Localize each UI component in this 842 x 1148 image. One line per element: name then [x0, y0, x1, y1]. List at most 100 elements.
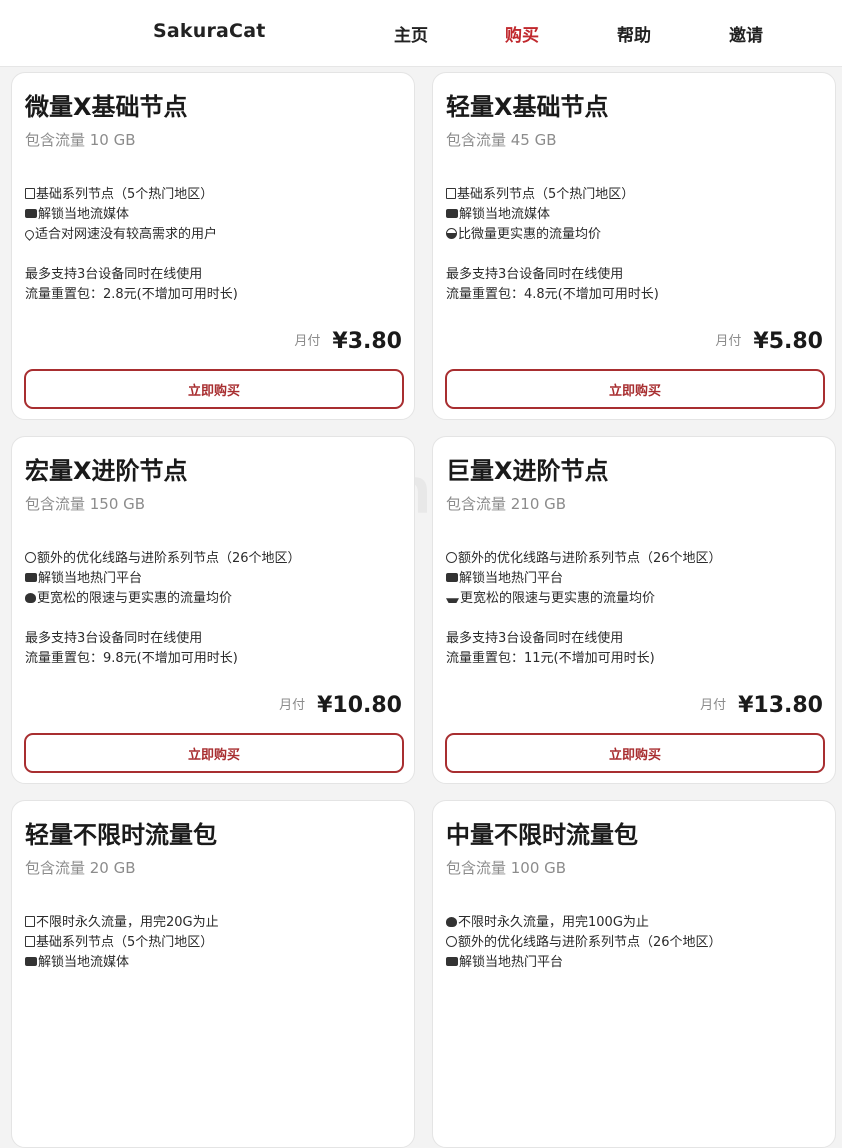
plan-features: 基础系列节点（5个热门地区） 解锁当地流媒体适合对网速没有较高需求的用户最多支持3… [23, 185, 238, 305]
feature-item: 额外的优化线路与进阶系列节点（26个地区） [446, 933, 722, 953]
feature-item: 解锁当地流媒体 [25, 953, 219, 973]
pin-icon [23, 228, 36, 241]
feature-text: 解锁当地流媒体 [38, 207, 130, 222]
plan-price: ¥5.80 [753, 329, 823, 354]
feature-item: 基础系列节点（5个热门地区） [25, 933, 219, 953]
ship-icon [446, 598, 459, 603]
buy-now-button[interactable]: 立即购买 [445, 369, 825, 409]
plan-card: 微量X基础节点包含流量 10 GB 基础系列节点（5个热门地区） 解锁当地流媒体适合… [11, 72, 415, 420]
billing-period: 月付 [715, 334, 742, 349]
feature-item: 解锁当地热门平台 [25, 569, 301, 589]
feature-text: 解锁当地热门平台 [38, 571, 143, 586]
billing-period: 月付 [294, 334, 321, 349]
face-icon [25, 552, 36, 563]
plan-price: ¥3.80 [332, 329, 402, 354]
bowl-icon [446, 228, 457, 239]
feature-item: 解锁当地流媒体 [446, 205, 659, 225]
feature-item: 额外的优化线路与进阶系列节点（26个地区） [25, 549, 301, 569]
feature-text: 基础系列节点（5个热门地区） [36, 935, 214, 950]
plan-note: 最多支持3台设备同时在线使用 [25, 631, 203, 646]
nav-item-home[interactable]: 主页 [394, 21, 428, 46]
plan-traffic: 包含流量 45 GB [446, 131, 557, 149]
feature-item: 解锁当地热门平台 [446, 569, 722, 589]
brand-logo[interactable]: SakuraCat [153, 20, 266, 42]
top-navbar: SakuraCat 主页 购买 帮助 邀请 [0, 0, 842, 67]
feature-text: 比微量更实惠的流量均价 [458, 227, 602, 242]
plan-note: 流量重置包：4.8元(不增加可用时长) [446, 287, 659, 302]
plan-features: 基础系列节点（5个热门地区） 解锁当地流媒体比微量更实惠的流量均价最多支持3台设备… [446, 185, 659, 305]
plan-price: ¥13.80 [738, 693, 823, 718]
feature-text: 更宽松的限速与更实惠的流量均价 [460, 591, 656, 606]
plan-features: 不限时永久流量，用完100G为止额外的优化线路与进阶系列节点（26个地区） 解锁当… [446, 913, 722, 973]
plan-traffic: 包含流量 100 GB [446, 859, 567, 877]
plan-card: 中量不限时流量包 包含流量 100 GB 不限时永久流量，用完100G为止 额外的优化… [432, 800, 836, 1148]
price-row: 月付 ¥13.80 [700, 693, 823, 718]
camera-icon [25, 573, 37, 582]
feature-text: 适合对网速没有较高需求的用户 [35, 227, 218, 242]
feature-text: 额外的优化线路与进阶系列节点（26个地区） [37, 551, 301, 566]
price-row: 月付 ¥5.80 [715, 329, 823, 354]
feature-text: 解锁当地流媒体 [459, 207, 551, 222]
box-icon [25, 188, 35, 199]
nav-item-buy[interactable]: 购买 [505, 21, 539, 46]
buy-now-button[interactable]: 立即购买 [24, 733, 404, 773]
nav-item-help[interactable]: 帮助 [617, 21, 651, 46]
plan-traffic: 包含流量 10 GB [25, 131, 136, 149]
camera-icon [446, 957, 458, 966]
feature-text: 额外的优化线路与进阶系列节点（26个地区） [458, 551, 722, 566]
feature-item: 基础系列节点（5个热门地区） [446, 185, 659, 205]
price-row: 月付 ¥10.80 [279, 693, 402, 718]
camera-icon [446, 573, 458, 582]
plan-note: 最多支持3台设备同时在线使用 [446, 631, 624, 646]
feature-item: 更宽松的限速与更实惠的流量均价 [25, 589, 301, 609]
plan-title: 微量X基础节点 [25, 93, 188, 121]
plan-note: 最多支持3台设备同时在线使用 [25, 267, 203, 282]
feature-text: 解锁当地热门平台 [459, 571, 564, 586]
plan-traffic: 包含流量 150 GB [25, 495, 146, 513]
plan-card: 轻量不限时流量包 包含流量 20 GB 不限时永久流量，用完20G为止 基础系列节点（… [11, 800, 415, 1148]
plan-price: ¥10.80 [317, 693, 402, 718]
face-icon [446, 936, 457, 947]
feature-text: 解锁当地流媒体 [38, 955, 130, 970]
buy-now-button[interactable]: 立即购买 [445, 733, 825, 773]
nav-item-invite[interactable]: 邀请 [729, 21, 763, 46]
feature-item: 比微量更实惠的流量均价 [446, 225, 659, 245]
camera-icon [446, 209, 458, 218]
plan-note: 最多支持3台设备同时在线使用 [446, 267, 624, 282]
feature-item: 基础系列节点（5个热门地区） [25, 185, 238, 205]
feature-item: 解锁当地流媒体 [25, 205, 238, 225]
feature-text: 不限时永久流量，用完20G为止 [36, 915, 219, 930]
plan-title: 巨量X进阶节点 [446, 457, 609, 485]
box-icon [25, 936, 35, 947]
plan-title: 宏量X进阶节点 [25, 457, 188, 485]
box-icon [25, 916, 35, 927]
billing-period: 月付 [700, 698, 727, 713]
plan-card: 巨量X进阶节点 包含流量 210 GB 额外的优化线路与进阶系列节点（26个地区） 解… [432, 436, 836, 784]
buy-now-button[interactable]: 立即购买 [24, 369, 404, 409]
plan-note: 流量重置包：2.8元(不增加可用时长) [25, 287, 238, 302]
feature-item: 不限时永久流量，用完100G为止 [446, 913, 722, 933]
feature-item: 适合对网速没有较高需求的用户 [23, 225, 238, 245]
feature-item: 不限时永久流量，用完20G为止 [25, 913, 219, 933]
feature-text: 解锁当地热门平台 [459, 955, 564, 970]
plan-note: 流量重置包：9.8元(不增加可用时长) [25, 651, 238, 666]
feature-text: 基础系列节点（5个热门地区） [36, 187, 214, 202]
box-icon [446, 188, 456, 199]
price-row: 月付 ¥3.80 [294, 329, 402, 354]
billing-period: 月付 [279, 698, 306, 713]
camera-icon [25, 957, 37, 966]
plan-features: 不限时永久流量，用完20G为止 基础系列节点（5个热门地区） 解锁当地流媒体 [25, 913, 219, 973]
plan-traffic: 包含流量 20 GB [25, 859, 136, 877]
plan-card: 轻量X基础节点包含流量 45 GB 基础系列节点（5个热门地区） 解锁当地流媒体比微… [432, 72, 836, 420]
brain-icon [446, 917, 457, 927]
face-icon [446, 552, 457, 563]
feature-text: 基础系列节点（5个热门地区） [457, 187, 635, 202]
feature-text: 不限时永久流量，用完100G为止 [458, 915, 649, 930]
plan-card: 宏量X进阶节点包含流量 150 GB 额外的优化线路与进阶系列节点（26个地区） 解… [11, 436, 415, 784]
feature-text: 更宽松的限速与更实惠的流量均价 [37, 591, 233, 606]
plan-note: 流量重置包：11元(不增加可用时长) [446, 651, 655, 666]
plan-title: 轻量X基础节点 [446, 93, 609, 121]
feature-item: 解锁当地热门平台 [446, 953, 722, 973]
plan-features: 额外的优化线路与进阶系列节点（26个地区） 解锁当地热门平台更宽松的限速与更实惠的… [25, 549, 301, 669]
feature-text: 额外的优化线路与进阶系列节点（26个地区） [458, 935, 722, 950]
